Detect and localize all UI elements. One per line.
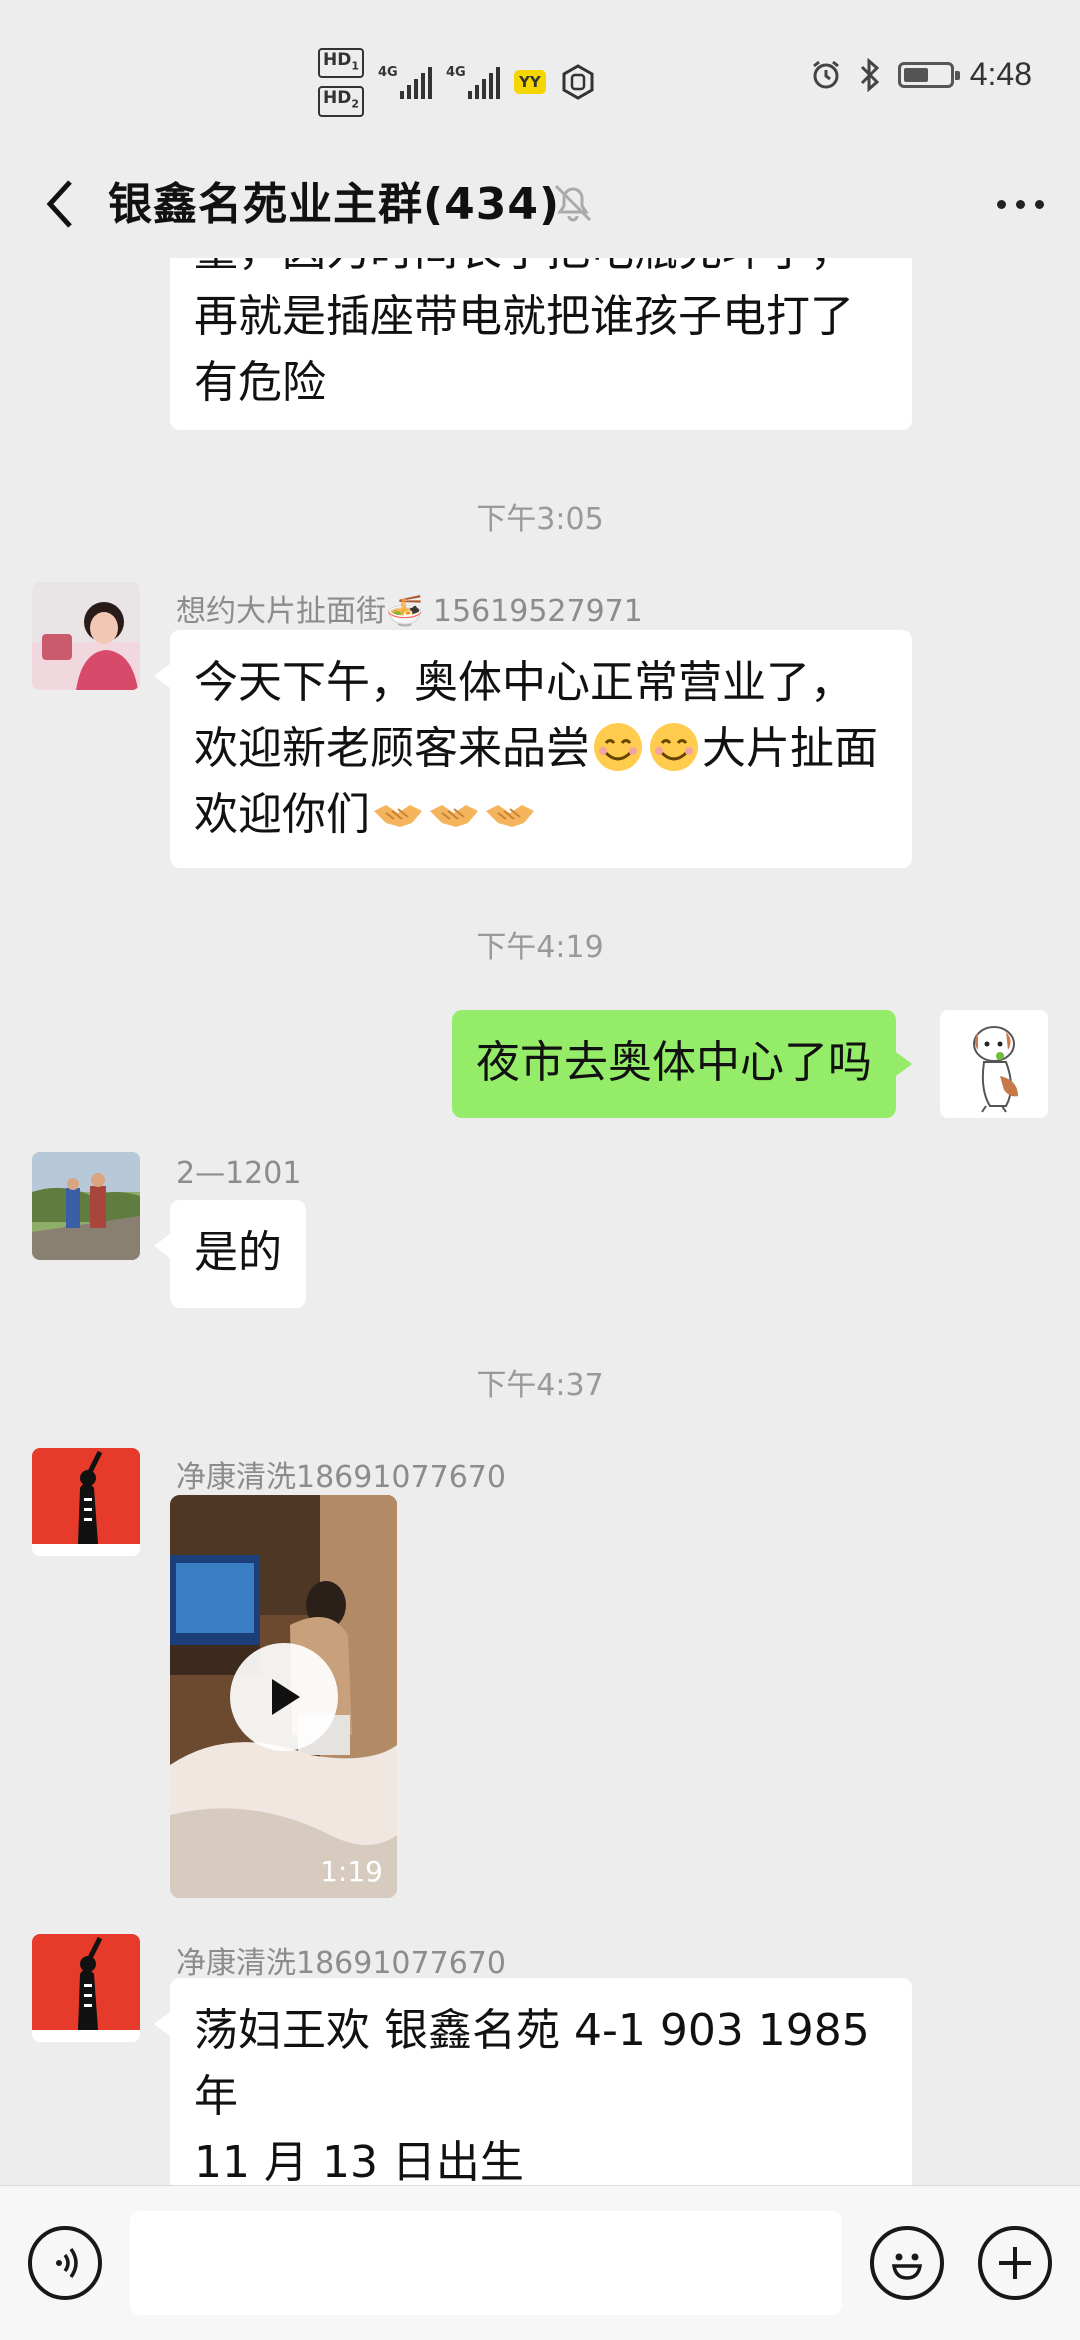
avatar[interactable] [32, 582, 140, 690]
play-button[interactable] [230, 1643, 338, 1751]
status-bar: HD1 HD2 4G 4G YY 4:48 [0, 0, 1080, 150]
sender-name: 想约大片扯面街🍜 15619527971 [176, 594, 643, 629]
avatar[interactable] [32, 1152, 140, 1260]
handshake-icon [374, 805, 422, 827]
alarm-icon [812, 60, 839, 88]
hand-shield-icon [562, 64, 594, 101]
sender-name: 净康清洗18691077670 [176, 1946, 506, 1981]
message-bubble[interactable]: 今天下午，奥体中心正常营业了， 欢迎新老顾客来品尝 大片扯面 欢迎你们 [154, 630, 912, 868]
sender-name: 净康清洗18691077670 [176, 1460, 506, 1495]
status-indicators: HD1 HD2 4G 4G YY [318, 48, 596, 117]
avatar[interactable] [32, 1934, 140, 2042]
message-input[interactable] [130, 2211, 842, 2315]
more-dots-icon [996, 199, 1006, 209]
handshake-icon [430, 805, 478, 827]
handshake-icon [486, 805, 534, 827]
emoji-button[interactable] [870, 2226, 944, 2300]
video-message[interactable]: 1:19 [170, 1495, 397, 1898]
chat-header: 银鑫名苑业主群(434) [0, 150, 1080, 258]
avatar[interactable] [32, 1448, 140, 1556]
hd-badge-2: HD2 [318, 86, 364, 117]
input-bar [0, 2185, 1080, 2340]
message-bubble[interactable]: 量，因为时间长了把电瓶充坏了， 再就是插座带电就把谁孩子电打了 有危险 [170, 258, 912, 430]
message-list[interactable]: 量，因为时间长了把电瓶充坏了， 再就是插座带电就把谁孩子电打了 有危险 下午3:… [0, 258, 1080, 2185]
chevron-left-icon [46, 180, 72, 228]
play-icon [272, 1679, 300, 1715]
hd-badge-1: HD1 [318, 48, 364, 79]
video-duration: 1:19 [320, 1855, 383, 1888]
plus-icon [999, 2247, 1031, 2279]
smiling-face-icon [650, 723, 698, 771]
more-functions-button[interactable] [978, 2226, 1052, 2300]
chat-title[interactable]: 银鑫名苑业主群(434) [108, 168, 560, 232]
bell-off-icon [554, 184, 592, 222]
signal-icon-2: 4G [446, 65, 500, 100]
sender-name: 2—1201 [176, 1156, 302, 1191]
emoji-icon [891, 2253, 923, 2280]
bluetooth-icon [860, 57, 879, 92]
message-timestamp: 下午4:37 [476, 1368, 604, 1403]
battery-icon [897, 61, 960, 88]
voice-button[interactable] [28, 2226, 102, 2300]
yy-app-icon: YY [514, 70, 546, 95]
smiling-face-icon [594, 723, 642, 771]
message-bubble[interactable]: 荡妇王欢 银鑫名苑 4-1 903 1985 年 11 月 13 日出生 [154, 1978, 912, 2185]
signal-icon: 4G [378, 65, 432, 100]
message-bubble[interactable]: 是的 [154, 1200, 306, 1308]
status-time: 4:48 [969, 56, 1032, 92]
message-timestamp: 下午3:05 [476, 502, 604, 537]
message-bubble-self[interactable]: 夜市去奥体中心了吗 [452, 1010, 912, 1118]
voice-icon [56, 2247, 78, 2279]
back-button[interactable] [28, 172, 92, 236]
message-timestamp: 下午4:19 [476, 930, 604, 965]
status-right: 4:48 [810, 56, 1032, 93]
more-button[interactable] [982, 172, 1058, 236]
hd-indicators: HD1 HD2 [318, 48, 364, 117]
avatar-self[interactable] [940, 1010, 1048, 1118]
